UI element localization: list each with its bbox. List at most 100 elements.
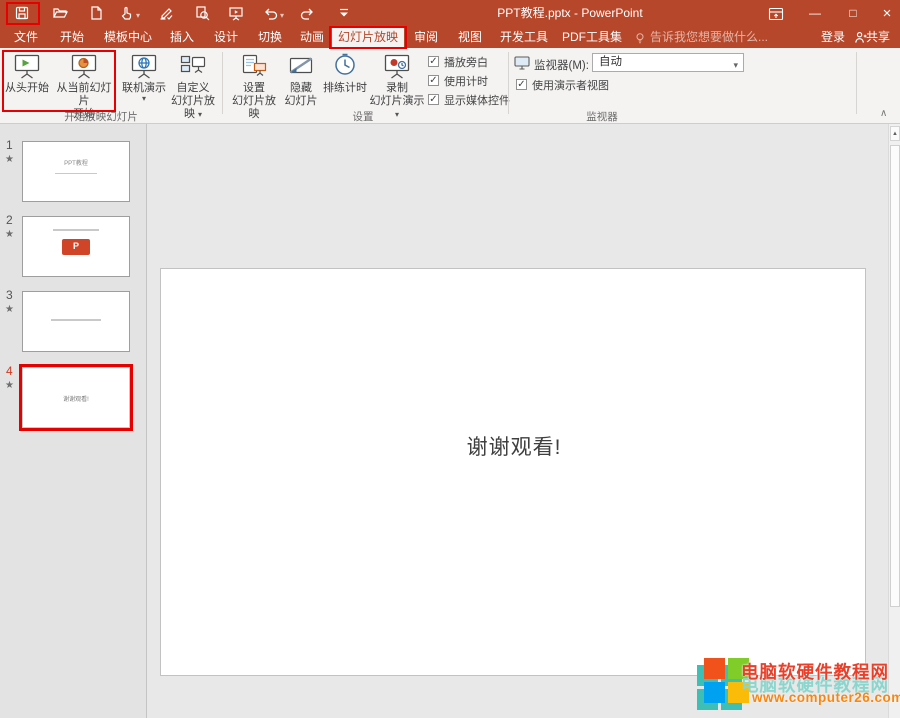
tab-transitions[interactable]: 切换 (252, 27, 288, 48)
tab-template-center[interactable]: 模板中心 (100, 27, 156, 48)
slide-thumbnail-1[interactable]: PPT教程 (22, 141, 130, 202)
qat-customize-icon[interactable] (336, 5, 354, 23)
custom-slideshow-label-1: 自定义 (166, 82, 220, 95)
tellme-input[interactable]: 告诉我您想要做什么... (650, 27, 800, 48)
sign-in-button[interactable]: 登录 (816, 27, 850, 48)
scrollbar-up-button[interactable]: ▲ (890, 126, 900, 141)
save-icon[interactable] (14, 5, 32, 23)
animation-star-icon[interactable]: ★ (5, 229, 19, 240)
checkbox-play-narrations-label: 播放旁白 (444, 54, 488, 70)
open-icon[interactable] (52, 5, 70, 23)
custom-slideshow-button[interactable]: 自定义 幻灯片放映 ▾ (166, 50, 220, 121)
from-current-slide-icon (52, 50, 116, 82)
undo-dropdown-icon[interactable]: ▾ (280, 11, 284, 20)
slide-body-text[interactable]: 谢谢观看! (161, 431, 867, 461)
checkbox-check-icon: ✓ (516, 79, 527, 90)
animation-star-icon[interactable]: ★ (5, 304, 19, 315)
group-label-setup: 设置 (333, 109, 393, 124)
slide-1-number: 1 (6, 138, 20, 152)
slide-1-title: PPT教程 (23, 158, 129, 167)
slide-thumbnail-2[interactable]: P (22, 216, 130, 277)
tab-design[interactable]: 设计 (208, 27, 244, 48)
watermark-flag-icon (704, 658, 725, 679)
undo-icon[interactable] (262, 5, 280, 23)
tab-pdf-tools[interactable]: PDF工具集 (560, 27, 624, 48)
ribbon-display-options-icon[interactable] (768, 6, 786, 24)
from-current-label-1: 从当前幻灯片 (52, 82, 116, 108)
monitor-select-label: 监视器(M): (534, 57, 589, 73)
touch-mode-dropdown-icon[interactable]: ▾ (136, 11, 140, 20)
slideshow-icon[interactable] (228, 5, 246, 23)
group-label-start: 开始放映幻灯片 (40, 109, 162, 124)
tab-view[interactable]: 视图 (452, 27, 488, 48)
slide-thumbnail-3[interactable] (22, 291, 130, 352)
ribbon-slideshow: 从头开始 从当前幻灯片 开始 联机演示 ▾ 自定义 幻灯片放映 ▾ 开始放映幻灯… (0, 48, 900, 124)
monitor-select[interactable]: 自动 ▾ (592, 53, 744, 72)
setup-slideshow-label-2: 幻灯片放映 (228, 95, 280, 121)
share-button[interactable]: 共享 (866, 27, 896, 48)
present-online-button[interactable]: 联机演示 ▾ (122, 50, 166, 103)
window-title: PPT教程.pptx - PowerPoint (430, 0, 710, 27)
redo-icon[interactable] (300, 5, 318, 23)
slide-2-text-line (53, 229, 99, 231)
rehearse-timings-label: 排练计时 (322, 82, 368, 95)
animation-star-icon[interactable]: ★ (5, 154, 19, 165)
present-online-dropdown-icon: ▾ (122, 95, 166, 103)
from-beginning-label: 从头开始 (4, 82, 50, 95)
record-slideshow-icon (368, 50, 426, 82)
custom-slideshow-icon (166, 50, 220, 82)
tab-file[interactable]: 文件 (8, 27, 44, 48)
minimize-button[interactable]: — (800, 0, 830, 27)
from-beginning-button[interactable]: 从头开始 (4, 50, 50, 95)
tellme-lightbulb-icon (634, 31, 646, 45)
close-button[interactable]: × (872, 0, 900, 27)
new-document-icon[interactable] (88, 5, 106, 23)
slide-2-number: 2 (6, 213, 20, 227)
vertical-scrollbar: ▲ (888, 124, 900, 718)
scrollbar-thumb[interactable] (890, 145, 900, 607)
slide-thumbnail-panel: 1 ★ PPT教程 2 ★ P 3 ★ 4 ★ 谢谢观看! (0, 124, 147, 718)
slide-1-subtitle-line (55, 173, 97, 174)
slide-3-number: 3 (6, 288, 20, 302)
setup-slideshow-button[interactable]: 设置 幻灯片放映 (228, 50, 280, 121)
checkbox-presenter-view[interactable]: ✓ 使用演示者视图 (516, 77, 646, 92)
tab-home[interactable]: 开始 (54, 27, 90, 48)
tab-slideshow[interactable]: 幻灯片放映 (332, 27, 404, 48)
maximize-button[interactable]: □ (838, 0, 868, 27)
touch-mode-icon[interactable] (118, 5, 136, 23)
hide-slide-label-1: 隐藏 (282, 82, 320, 95)
slide-canvas[interactable]: 谢谢观看! (160, 268, 866, 676)
group-divider (508, 52, 509, 114)
checkbox-check-icon: ✓ (428, 56, 439, 67)
present-online-icon (122, 50, 166, 82)
slide-thumbnail-4[interactable]: 谢谢观看! (22, 367, 130, 428)
rehearse-timings-icon (322, 50, 368, 82)
rehearse-timings-button[interactable]: 排练计时 (322, 50, 368, 95)
ribbon-tab-row: 文件 开始 模板中心 插入 设计 切换 动画 幻灯片放映 审阅 视图 开发工具 … (0, 27, 900, 48)
tab-animations[interactable]: 动画 (294, 27, 330, 48)
slide-3-text-line (51, 319, 101, 321)
hide-slide-label-2: 幻灯片 (282, 95, 320, 108)
custom-slideshow-label-2: 幻灯片放映 ▾ (166, 95, 220, 121)
setup-slideshow-label-1: 设置 (228, 82, 280, 95)
hide-slide-button[interactable]: 隐藏 幻灯片 (282, 50, 320, 108)
monitor-select-value: 自动 (599, 56, 622, 68)
setup-slideshow-icon (228, 50, 280, 82)
checkbox-show-media-controls[interactable]: ✓ 显示媒体控件 (428, 92, 538, 107)
checkbox-use-timings-label: 使用计时 (444, 73, 488, 89)
record-slideshow-label-1: 录制 (368, 82, 426, 95)
slide-4-number: 4 (6, 364, 20, 378)
checkbox-check-icon: ✓ (428, 94, 439, 105)
tab-developer[interactable]: 开发工具 (496, 27, 552, 48)
tab-review[interactable]: 审阅 (408, 27, 444, 48)
tab-insert[interactable]: 插入 (164, 27, 200, 48)
powerpoint-window: ▾ ▾ PPT教程.pptx - PowerPoint — □ × 文件 (0, 0, 900, 718)
animation-star-icon[interactable]: ★ (5, 380, 19, 391)
custom-slideshow-dropdown-icon: ▾ (198, 110, 202, 119)
group-label-monitors: 监视器 (572, 109, 632, 124)
proofing-icon[interactable] (158, 5, 176, 23)
print-preview-icon[interactable] (194, 5, 212, 23)
from-beginning-icon (4, 50, 50, 82)
collapse-ribbon-icon[interactable]: ∧ (880, 108, 887, 119)
monitor-icon (514, 56, 532, 70)
